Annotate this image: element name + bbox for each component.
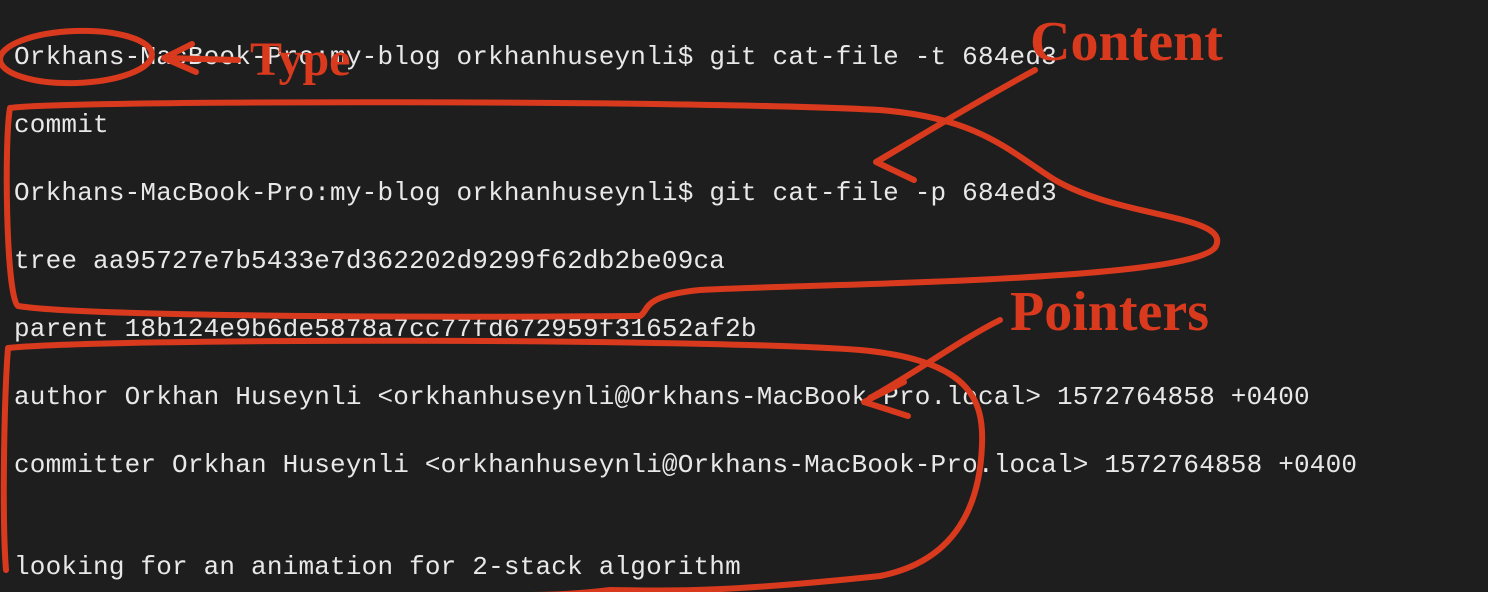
commit-committer-line: committer Orkhan Huseynli <orkhanhuseynl… [14,448,1474,482]
shell-prompt: Orkhans-MacBook-Pro:my-blog orkhanhuseyn… [14,178,709,208]
terminal-line: Orkhans-MacBook-Pro:my-blog orkhanhuseyn… [14,40,1474,74]
terminal-output: Orkhans-MacBook-Pro:my-blog orkhanhuseyn… [0,0,1488,592]
terminal-line: Orkhans-MacBook-Pro:my-blog orkhanhuseyn… [14,176,1474,210]
commit-author-line: author Orkhan Huseynli <orkhanhuseynli@O… [14,380,1474,414]
commit-parent-line: parent 18b124e9b6de5878a7cc77fd672959f31… [14,312,1474,346]
shell-prompt: Orkhans-MacBook-Pro:my-blog orkhanhuseyn… [14,42,709,72]
command-text: git cat-file -p 684ed3 [709,178,1057,208]
command-text: git cat-file -t 684ed3 [709,42,1057,72]
commit-message-line: looking for an animation for 2-stack alg… [14,550,1474,584]
output-type: commit [14,108,1474,142]
commit-tree-line: tree aa95727e7b5433e7d362202d9299f62db2b… [14,244,1474,278]
